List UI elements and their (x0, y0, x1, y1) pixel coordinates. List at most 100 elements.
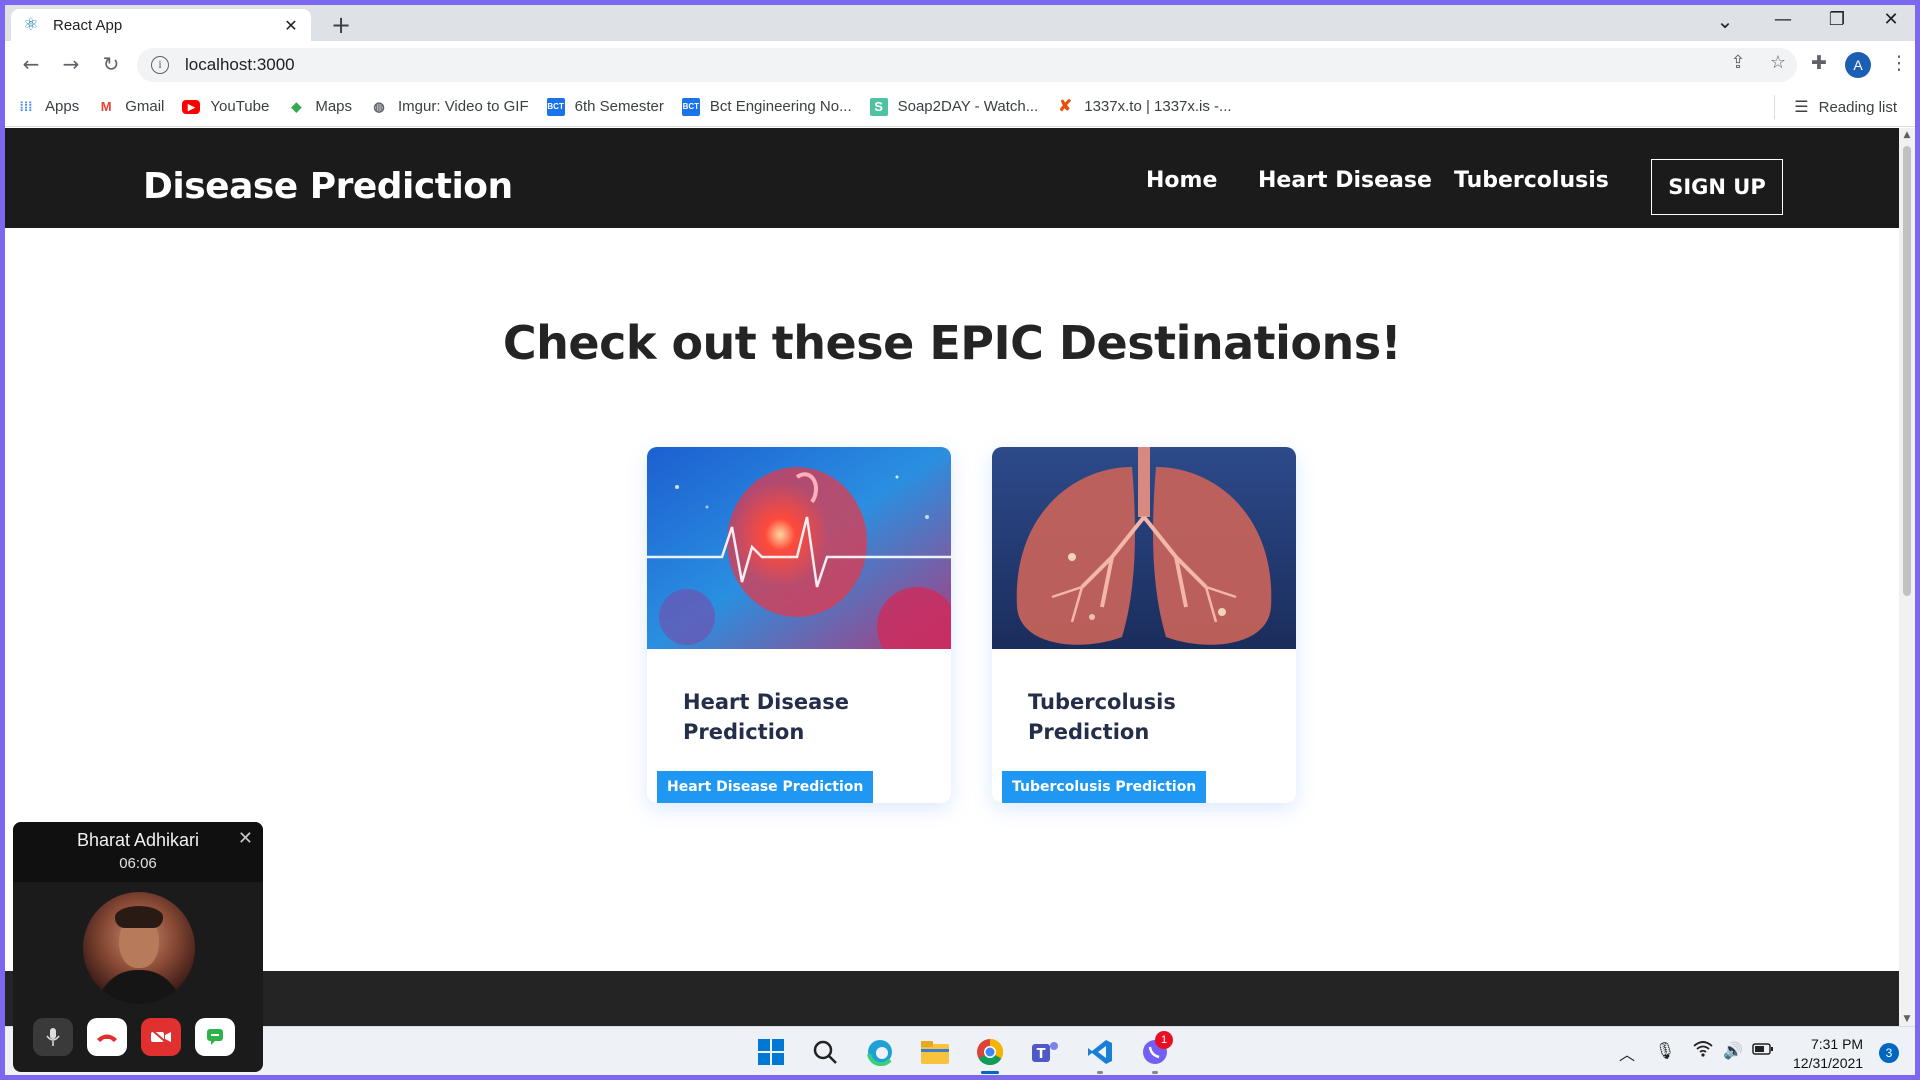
bookmark-star-icon[interactable]: ☆ (1765, 52, 1791, 73)
chat-button[interactable] (195, 1018, 235, 1056)
globe-icon: ◍ (373, 98, 385, 114)
hang-up-icon (97, 1034, 117, 1042)
bookmarks-divider (1774, 95, 1775, 119)
url-text: localhost:3000 (185, 55, 295, 74)
chrome-active-indicator (981, 1071, 999, 1074)
svg-text:T: T (1037, 1047, 1046, 1062)
toggle-video-button[interactable] (141, 1018, 181, 1056)
bookmark-soap2day[interactable]: S Soap2DAY - Watch... (869, 97, 1038, 116)
new-tab-button[interactable]: + (327, 11, 355, 39)
card-badge: Heart Disease Prediction (657, 771, 874, 803)
tab-strip: ⚛ React App ✕ + ⌄ — ❐ ✕ (5, 5, 1915, 41)
card-heart-disease[interactable]: Heart Disease Prediction Heart Disease P… (647, 447, 951, 803)
heart-illustration-image (647, 447, 951, 649)
maps-icon: ◆ (291, 98, 302, 114)
bookmark-youtube[interactable]: ▶ YouTube (182, 98, 269, 115)
bookmark-1337x[interactable]: ✘ 1337x.to | 1337x.is -... (1056, 97, 1232, 116)
chrome-icon[interactable] (973, 1035, 1007, 1069)
card-badge: Tubercolusis Prediction (1002, 771, 1207, 803)
nav-heart-disease[interactable]: Heart Disease (1258, 168, 1432, 193)
card-tubercolusis[interactable]: Tubercolusis Prediction Tubercolusis Pre… (992, 447, 1296, 803)
minimize-button[interactable]: — (1763, 9, 1803, 30)
vscode-running-indicator (1097, 1071, 1103, 1074)
tab-search-icon[interactable]: ⌄ (1705, 9, 1745, 33)
bookmark-gmail[interactable]: M Gmail (97, 98, 165, 116)
page-scrollbar[interactable]: ▲ ▼ (1899, 128, 1915, 1026)
tray-chevron-icon[interactable]: ︿ (1615, 1041, 1639, 1065)
lungs-illustration-image (992, 447, 1296, 649)
site-info-icon[interactable]: i (151, 56, 169, 74)
file-explorer-icon[interactable] (918, 1035, 952, 1069)
site-navbar: Disease Prediction Home Heart Disease Tu… (5, 128, 1899, 228)
viber-running-indicator (1152, 1071, 1158, 1074)
site-brand[interactable]: Disease Prediction (143, 166, 513, 207)
scroll-down-icon[interactable]: ▼ (1899, 1014, 1915, 1024)
apps-grid-icon: ⁞⁞⁞ (19, 98, 33, 114)
extensions-puzzle-icon[interactable]: ✚ (1805, 52, 1833, 74)
viber-notification-badge: 1 (1155, 1031, 1173, 1049)
react-logo-icon: ⚛ (23, 15, 39, 35)
share-icon[interactable]: ⇪ (1725, 52, 1751, 73)
restore-button[interactable]: ❐ (1817, 9, 1857, 30)
bookmark-bct-engineering[interactable]: BCT Bct Engineering No... (681, 97, 852, 116)
end-call-button[interactable] (87, 1018, 127, 1056)
soap-icon: S (869, 97, 888, 116)
back-arrow-icon[interactable]: ← (17, 52, 45, 76)
vscode-icon[interactable] (1083, 1035, 1117, 1069)
wifi-icon[interactable] (1691, 1041, 1715, 1061)
video-call-popup[interactable]: Bharat Adhikari 06:06 ✕ (13, 822, 263, 1072)
microphone-icon[interactable]: 🎙 (1653, 1041, 1677, 1060)
windows-taskbar: T 1 ︿ 🎙 🔊 7:31 PM 12/31/2021 3 (5, 1026, 1915, 1075)
notification-count-badge[interactable]: 3 (1879, 1043, 1899, 1063)
page-viewport: Disease Prediction Home Heart Disease Tu… (5, 128, 1899, 1026)
windows-start-icon[interactable] (754, 1035, 788, 1069)
bookmark-apps[interactable]: ⁞⁞⁞ Apps (17, 98, 80, 116)
browser-tab[interactable]: ⚛ React App ✕ (11, 9, 311, 41)
forward-arrow-icon[interactable]: → (57, 52, 85, 76)
bct-icon: BCT (546, 97, 565, 116)
caller-avatar (83, 892, 195, 1004)
card-title: Tubercolusis Prediction (1028, 690, 1176, 744)
mute-microphone-button[interactable] (33, 1018, 73, 1056)
bookmark-6th-semester[interactable]: BCT 6th Semester (546, 97, 664, 116)
address-bar[interactable]: i localhost:3000 ⇪ ☆ (137, 48, 1797, 82)
battery-icon[interactable] (1751, 1041, 1775, 1060)
menu-kebab-icon[interactable]: ⋮ (1885, 52, 1913, 74)
reading-list-icon: ☰ (1794, 99, 1809, 116)
site-footer (5, 971, 1899, 1026)
gmail-icon: M (100, 98, 112, 114)
clock-time: 7:31 PM (1810, 1036, 1864, 1052)
call-header: Bharat Adhikari 06:06 (13, 822, 263, 882)
call-duration: 06:06 (119, 855, 157, 872)
teams-icon[interactable]: T (1028, 1035, 1062, 1069)
x-icon: ✘ (1058, 97, 1072, 115)
nav-tubercolusis[interactable]: Tubercolusis (1454, 168, 1609, 193)
nav-home[interactable]: Home (1146, 168, 1217, 193)
bookmark-maps[interactable]: ◆ Maps (287, 98, 352, 116)
bct-icon: BCT (681, 97, 700, 116)
browser-toolbar: ← → ↻ i localhost:3000 ⇪ ☆ ✚ A ⋮ (5, 41, 1915, 87)
close-icon[interactable]: ✕ (238, 828, 253, 849)
search-icon[interactable] (808, 1035, 842, 1069)
reading-list-button[interactable]: ☰ Reading list (1794, 97, 1897, 117)
reload-icon[interactable]: ↻ (97, 52, 125, 76)
tab-title: React App (53, 16, 123, 34)
profile-avatar[interactable]: A (1845, 52, 1871, 78)
volume-icon[interactable]: 🔊 (1721, 1041, 1745, 1060)
scroll-thumb[interactable] (1903, 146, 1911, 596)
caller-name: Bharat Adhikari (76, 830, 200, 850)
video-off-icon (151, 1029, 171, 1045)
tab-close-icon[interactable]: ✕ (281, 16, 301, 35)
system-clock[interactable]: 7:31 PM 12/31/2021 (1793, 1035, 1863, 1073)
browser-window: ⚛ React App ✕ + ⌄ — ❐ ✕ ← → ↻ i localhos… (5, 5, 1915, 1075)
microphone-icon (46, 1028, 60, 1046)
bookmark-imgur[interactable]: ◍ Imgur: Video to GIF (370, 98, 528, 116)
edge-browser-icon[interactable] (863, 1035, 897, 1069)
scroll-up-icon[interactable]: ▲ (1899, 130, 1915, 140)
page-heading: Check out these EPIC Destinations! (502, 316, 1402, 370)
chat-icon (207, 1029, 223, 1045)
signup-button[interactable]: SIGN UP (1651, 159, 1783, 215)
call-controls (33, 1018, 235, 1056)
close-window-button[interactable]: ✕ (1871, 9, 1911, 30)
clock-date: 12/31/2021 (1793, 1055, 1864, 1071)
